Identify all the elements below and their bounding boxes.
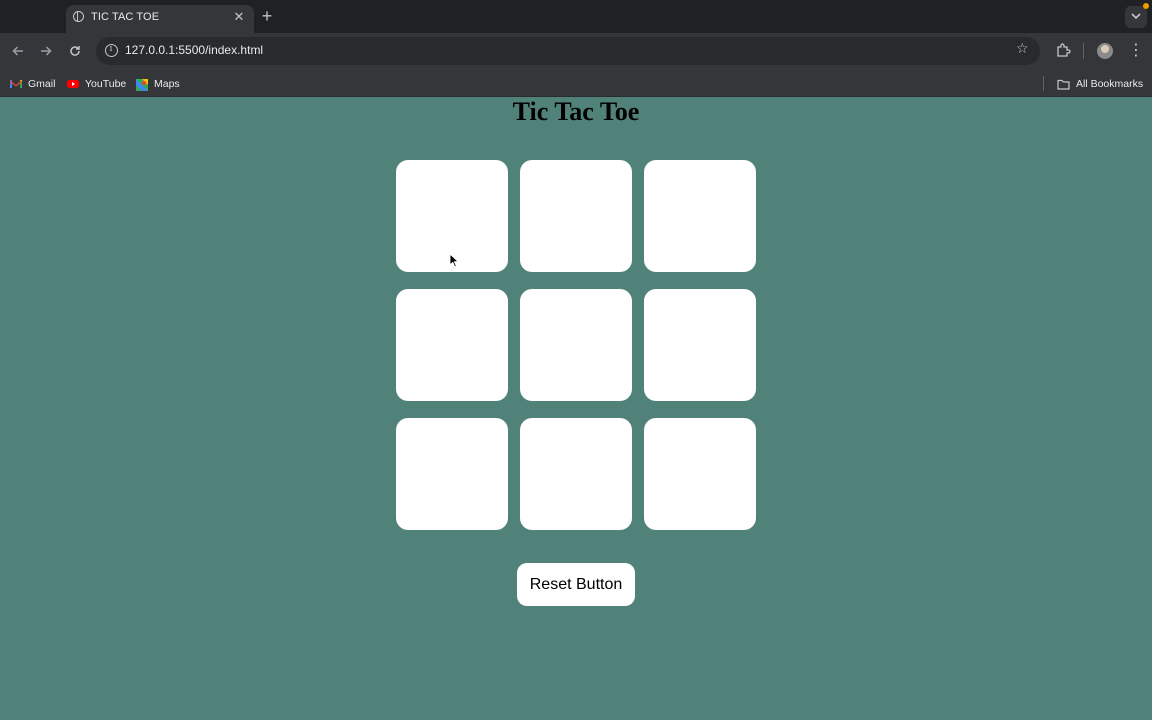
bookmark-star-icon[interactable]: ☆ <box>1016 41 1030 55</box>
arrow-left-icon <box>12 46 23 56</box>
board-cell-2[interactable] <box>520 160 632 272</box>
board-cell-4[interactable] <box>396 289 508 401</box>
browser-toolbar: 127.0.0.1:5500/index.html <box>0 33 1152 70</box>
page-viewport: Tic Tac Toe Reset Button <box>0 97 1152 720</box>
address-bar[interactable]: 127.0.0.1:5500/index.html <box>96 37 1040 65</box>
reset-button[interactable]: Reset Button <box>517 563 635 606</box>
extensions-icon[interactable] <box>1055 42 1071 58</box>
board-cell-6[interactable] <box>644 289 756 401</box>
bookmark-label: Maps <box>154 78 180 90</box>
tab-title: TIC TAC TOE <box>91 11 160 23</box>
bookmark-label: YouTube <box>85 78 127 90</box>
board-cell-5[interactable] <box>520 289 632 401</box>
page-title: Tic Tac Toe <box>512 97 640 126</box>
browser-menu-icon[interactable]: ⋮ <box>1128 42 1144 60</box>
game-board <box>396 160 757 530</box>
site-info-icon[interactable] <box>105 44 118 57</box>
update-indicator <box>1143 3 1149 9</box>
chevron-down-icon <box>1131 13 1141 20</box>
back-button[interactable] <box>8 41 28 61</box>
bookmark-gmail[interactable]: Gmail <box>10 76 55 92</box>
board-cell-7[interactable] <box>396 418 508 530</box>
arrow-right-icon <box>41 46 52 56</box>
reload-button[interactable] <box>65 41 85 61</box>
bookmark-maps[interactable]: Maps <box>136 76 180 92</box>
tab-search-button[interactable] <box>1125 6 1147 28</box>
all-bookmarks-button[interactable]: All Bookmarks <box>1057 76 1143 92</box>
maps-icon <box>136 79 148 91</box>
board-cell-1[interactable] <box>396 160 508 272</box>
bookmark-youtube[interactable]: YouTube <box>67 76 126 92</box>
profile-avatar[interactable] <box>1097 43 1113 59</box>
globe-icon <box>73 10 84 22</box>
board-cell-8[interactable] <box>520 418 632 530</box>
board-cell-9[interactable] <box>644 418 756 530</box>
board-cell-3[interactable] <box>644 160 756 272</box>
youtube-icon <box>67 79 79 89</box>
bookmarks-divider <box>1043 76 1044 91</box>
bookmarks-bar: Gmail YouTube Maps All Bookmarks <box>0 70 1152 97</box>
reload-icon <box>70 46 80 56</box>
forward-button[interactable] <box>36 41 56 61</box>
gmail-icon <box>10 79 22 89</box>
browser-tab[interactable]: TIC TAC TOE ✕ <box>66 5 254 33</box>
tab-strip: TIC TAC TOE ✕ + <box>0 0 1152 33</box>
close-tab-icon[interactable]: ✕ <box>231 9 247 25</box>
bookmark-label: Gmail <box>28 78 56 90</box>
all-bookmarks-label: All Bookmarks <box>1076 78 1144 90</box>
url-text: 127.0.0.1:5500/index.html <box>125 43 264 57</box>
new-tab-button[interactable]: + <box>258 6 276 26</box>
folder-icon <box>1057 79 1070 90</box>
toolbar-divider <box>1083 43 1084 59</box>
